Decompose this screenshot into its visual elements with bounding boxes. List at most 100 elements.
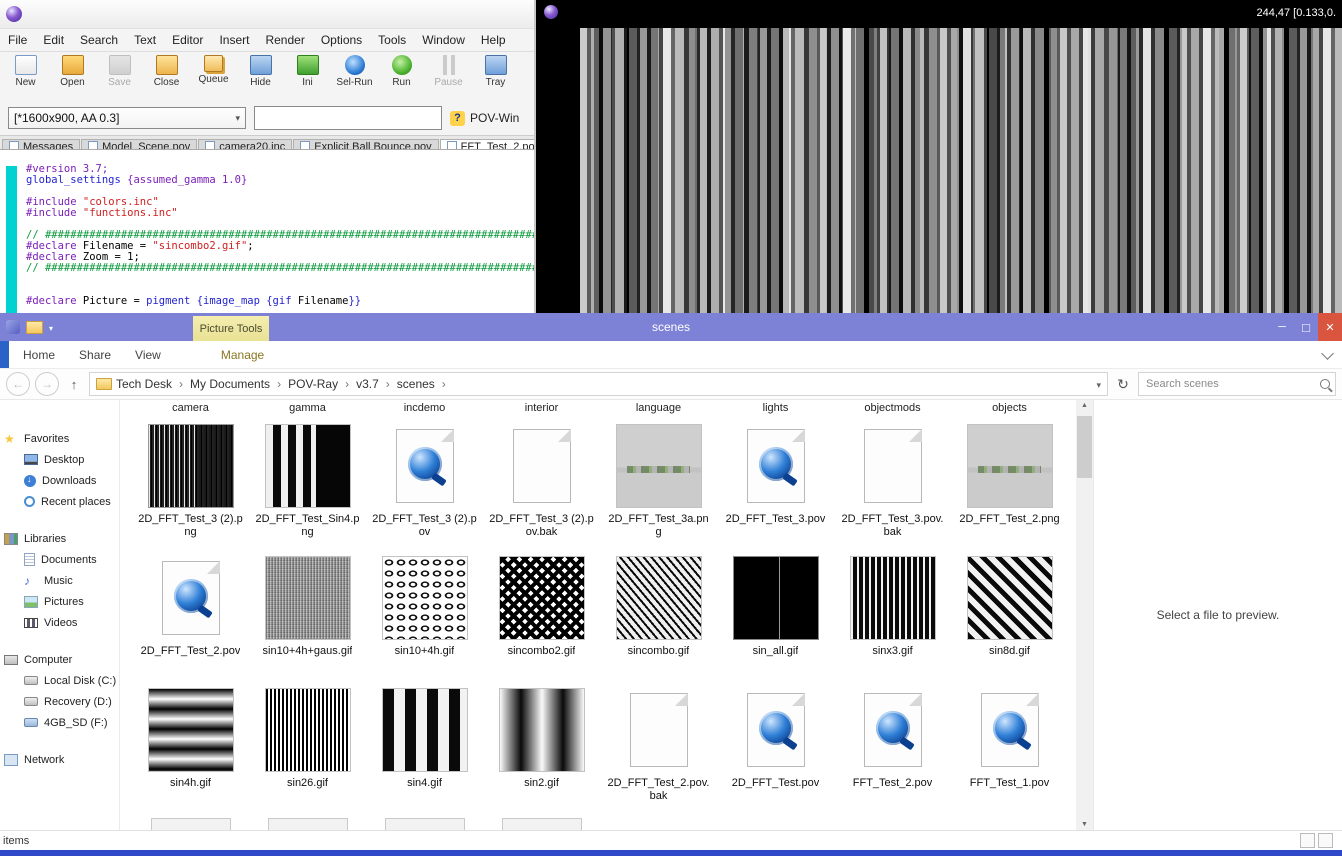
sidebar-item[interactable]: Pictures: [0, 591, 119, 612]
partial-file-thumbnail[interactable]: [268, 818, 348, 830]
file-item[interactable]: 2D_FFT_Test_Sin4.png: [249, 422, 366, 554]
command-line-input[interactable]: [254, 106, 442, 130]
folder-item[interactable]: interior: [483, 402, 600, 422]
toolbar-button[interactable]: Ini: [284, 55, 331, 88]
file-item[interactable]: 2D_FFT_Test_3 (2).pov: [366, 422, 483, 554]
folder-item[interactable]: lights: [717, 402, 834, 422]
toolbar-button[interactable]: Run: [378, 55, 425, 88]
toolbar-button[interactable]: Open: [49, 55, 96, 88]
close-button[interactable]: [1318, 313, 1342, 341]
file-item[interactable]: sin10+4h.gif: [366, 554, 483, 686]
taskbar-edge[interactable]: [0, 850, 1342, 856]
refresh-icon[interactable]: [1113, 376, 1133, 393]
file-item[interactable]: sin2.gif: [483, 686, 600, 818]
file-item[interactable]: FFT_Test_1.pov: [951, 686, 1068, 818]
partial-file-thumbnail[interactable]: [502, 818, 582, 830]
file-item[interactable]: sincombo.gif: [600, 554, 717, 686]
toolbar-button[interactable]: Sel-Run: [331, 55, 378, 88]
file-item[interactable]: 2D_FFT_Test_2.pov: [132, 554, 249, 686]
breadcrumb-segment[interactable]: v3.7: [356, 377, 397, 391]
menu-item[interactable]: Tools: [370, 33, 414, 47]
file-item[interactable]: sin4.gif: [366, 686, 483, 818]
breadcrumb-segment[interactable]: POV-Ray: [288, 377, 356, 391]
sidebar-item[interactable]: Videos: [0, 612, 119, 633]
partial-file-thumbnail[interactable]: [385, 818, 465, 830]
toolbar-button[interactable]: Pause: [425, 55, 472, 88]
render-preset-dropdown[interactable]: [*1600x900, AA 0.3] ▾: [8, 107, 246, 129]
sidebar-item[interactable]: Documents: [0, 549, 119, 570]
file-tab[interactable]: [0, 341, 9, 368]
maximize-button[interactable]: [1294, 313, 1318, 341]
toolbar-button[interactable]: New: [2, 55, 49, 88]
menu-item[interactable]: Window: [414, 33, 473, 47]
sidebar-item[interactable]: Recent places: [0, 491, 119, 512]
sidebar-item[interactable]: Favorites: [0, 428, 119, 449]
breadcrumb-segment[interactable]: scenes: [397, 377, 453, 391]
sidebar-item[interactable]: Network: [0, 749, 119, 770]
view-thumbnails-button[interactable]: [1318, 833, 1333, 848]
menu-item[interactable]: Help: [473, 33, 514, 47]
ribbon-tab[interactable]: View: [125, 348, 171, 362]
toolbar-button[interactable]: Queue: [190, 55, 237, 85]
menu-item[interactable]: File: [0, 33, 35, 47]
ribbon-expand-chevron-icon[interactable]: [1321, 347, 1334, 360]
toolbar-button[interactable]: Tray: [472, 55, 519, 88]
sidebar-item[interactable]: Music: [0, 570, 119, 591]
ribbon-tab[interactable]: Home: [13, 348, 65, 362]
explorer-titlebar[interactable]: scenes Picture Tools: [0, 313, 1342, 341]
menu-item[interactable]: Text: [126, 33, 164, 47]
file-item[interactable]: 2D_FFT_Test_3 (2).pov.bak: [483, 422, 600, 554]
qat-chevron-down-icon[interactable]: [49, 318, 53, 336]
address-dropdown-chevron-icon[interactable]: [1096, 377, 1101, 391]
file-item[interactable]: sinx3.gif: [834, 554, 951, 686]
ribbon-tab[interactable]: Manage: [211, 348, 274, 362]
toolbar-button[interactable]: Hide: [237, 55, 284, 88]
partial-file-thumbnail[interactable]: [151, 818, 231, 830]
file-item[interactable]: 2D_FFT_Test_2.pov.bak: [600, 686, 717, 818]
folder-item[interactable]: language: [600, 402, 717, 422]
code-editor[interactable]: #version 3.7;global_settings {assumed_ga…: [0, 149, 534, 313]
folder-icon[interactable]: [26, 321, 43, 334]
folder-item[interactable]: objects: [951, 402, 1068, 422]
file-item[interactable]: sin8d.gif: [951, 554, 1068, 686]
folder-item[interactable]: camera: [132, 402, 249, 422]
file-item[interactable]: sin4h.gif: [132, 686, 249, 818]
back-button[interactable]: [6, 372, 30, 396]
file-item[interactable]: sincombo2.gif: [483, 554, 600, 686]
scrollbar-thumb[interactable]: [1077, 416, 1092, 478]
sidebar-item[interactable]: Local Disk (C:): [0, 670, 119, 691]
toolbar-button[interactable]: Close: [143, 55, 190, 88]
sidebar-item[interactable]: Downloads: [0, 470, 119, 491]
sidebar-item[interactable]: Desktop: [0, 449, 119, 470]
file-item[interactable]: 2D_FFT_Test_2.png: [951, 422, 1068, 554]
toolbar-button[interactable]: Save: [96, 55, 143, 88]
menu-item[interactable]: Render: [257, 33, 312, 47]
minimize-button[interactable]: [1270, 313, 1294, 341]
file-item[interactable]: 2D_FFT_Test_3.pov.bak: [834, 422, 951, 554]
folder-item[interactable]: incdemo: [366, 402, 483, 422]
up-button[interactable]: [64, 373, 84, 395]
sidebar-item[interactable]: Libraries: [0, 528, 119, 549]
folder-item[interactable]: gamma: [249, 402, 366, 422]
file-item[interactable]: 2D_FFT_Test.pov: [717, 686, 834, 818]
file-item[interactable]: 2D_FFT_Test_3a.png: [600, 422, 717, 554]
menu-item[interactable]: Editor: [164, 33, 211, 47]
menu-item[interactable]: Options: [313, 33, 370, 47]
folder-item[interactable]: objectmods: [834, 402, 951, 422]
breadcrumb-segment[interactable]: Tech Desk: [116, 377, 190, 391]
povray-titlebar[interactable]: [0, 0, 534, 28]
file-item[interactable]: FFT_Test_2.pov: [834, 686, 951, 818]
help-area[interactable]: ? POV-Win: [450, 111, 519, 126]
vertical-scrollbar[interactable]: [1076, 400, 1093, 830]
render-titlebar[interactable]: 244,47 [0.133,0.: [536, 0, 1342, 26]
ribbon-tab[interactable]: Share: [69, 348, 121, 362]
menu-item[interactable]: Insert: [211, 33, 257, 47]
search-input[interactable]: [1144, 377, 1316, 391]
sidebar-item[interactable]: 4GB_SD (F:): [0, 712, 119, 733]
picture-tools-contextual-tab[interactable]: Picture Tools: [193, 316, 269, 341]
file-item[interactable]: sin_all.gif: [717, 554, 834, 686]
file-item[interactable]: sin26.gif: [249, 686, 366, 818]
search-box[interactable]: [1138, 372, 1336, 396]
file-item[interactable]: 2D_FFT_Test_3 (2).png: [132, 422, 249, 554]
file-item[interactable]: 2D_FFT_Test_3.pov: [717, 422, 834, 554]
